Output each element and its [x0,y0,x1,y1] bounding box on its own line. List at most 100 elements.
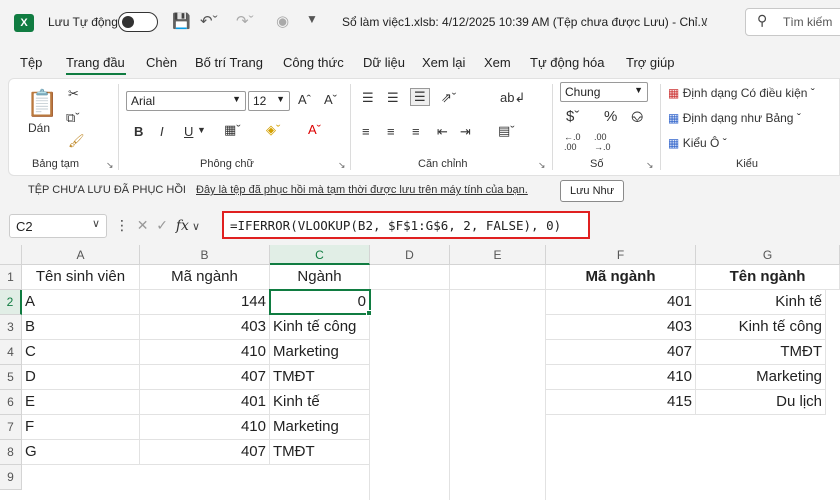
orientation-icon[interactable]: ⇗ˇ [441,90,456,106]
number-launcher-icon[interactable]: ↘ [646,160,654,171]
more-icon[interactable]: ⋮ [115,217,129,233]
formula-input[interactable]: =IFERROR(VLOOKUP(B2, $F$1:G$6, 2, FALSE)… [222,211,590,239]
tab-home[interactable]: Trang đầu [66,55,125,70]
cell-b1[interactable]: Mã ngành [140,265,270,290]
align-right-icon[interactable]: ≡ [412,124,420,139]
column-header[interactable]: G [696,245,840,265]
column-header[interactable]: F [546,245,696,265]
cell-c8[interactable]: TMĐT [270,440,370,465]
cell-a1[interactable]: Tên sinh viên [22,265,140,290]
merge-center-icon[interactable]: ▤ˇ [498,123,515,139]
cell-a8[interactable]: G [22,440,140,465]
cell-b8[interactable]: 407 [140,440,270,465]
decrease-decimal-icon[interactable]: .00 →.0 [594,132,611,152]
cell-c1[interactable]: Ngành [270,265,370,290]
decrease-indent-icon[interactable]: ⇤ [437,124,448,140]
row-header[interactable]: 3 [0,315,22,340]
cut-icon[interactable]: ✂ [68,86,79,102]
row-header[interactable]: 8 [0,440,22,465]
cell-f6[interactable]: 415 [546,390,696,415]
cancel-icon[interactable]: ✕ [137,217,149,233]
borders-icon[interactable]: ▦ˇ [224,122,241,138]
wrap-text-icon[interactable]: ab↲ [500,90,525,106]
copy-icon[interactable]: ⧉ˇ [66,110,80,126]
column-header[interactable]: D [370,245,450,265]
clipboard-launcher-icon[interactable]: ↘ [106,160,114,171]
increase-font-icon[interactable]: Aˆ [298,92,311,107]
tab-automate[interactable]: Tự động hóa [530,55,604,70]
row-header[interactable]: 5 [0,365,22,390]
cell-a5[interactable]: D [22,365,140,390]
cell-f3[interactable]: 403 [546,315,696,340]
cell-g3[interactable]: Kinh tế công [696,315,826,340]
row-header[interactable]: 1 [0,265,22,290]
percent-icon[interactable]: % [604,108,617,125]
chevron-down-icon[interactable]: ∨ [700,14,709,28]
align-center-icon[interactable]: ≡ [387,124,395,139]
row-header[interactable]: 4 [0,340,22,365]
cell-a7[interactable]: F [22,415,140,440]
bold-button[interactable]: B [134,124,143,139]
font-color-icon[interactable]: Aˇ [308,122,321,137]
circle-icon[interactable]: ◉ [276,12,289,30]
notification-message[interactable]: Đây là tệp đã phục hồi mà tạm thời được … [196,184,528,196]
cell-c7[interactable]: Marketing [270,415,370,440]
tab-insert[interactable]: Chèn [146,55,177,70]
column-header[interactable]: E [450,245,546,265]
column-header[interactable]: C [270,245,370,265]
comma-style-icon[interactable]: ⎉ [630,106,644,127]
align-left-icon[interactable]: ≡ [362,124,370,139]
chevron-down-icon[interactable]: ▼ [197,125,206,135]
tab-file[interactable]: Tệp [20,55,42,70]
enter-icon[interactable]: ✓ [156,217,168,233]
tab-formulas[interactable]: Công thức [283,55,344,70]
cell-e1[interactable] [450,265,546,290]
number-format-select[interactable]: Chung ▼ [560,82,648,102]
save-icon[interactable]: 💾 [172,12,191,30]
cell-f5[interactable]: 410 [546,365,696,390]
cell-d1[interactable] [370,265,450,290]
tab-review[interactable]: Xem lại [422,55,465,70]
chevron-down-icon[interactable]: ∨ [92,217,100,230]
cell-c5[interactable]: TMĐT [270,365,370,390]
format-as-table-button[interactable]: ▦ Định dạng như Bảng ˇ [668,111,801,125]
cell-c6[interactable]: Kinh tế [270,390,370,415]
cell-g5[interactable]: Marketing [696,365,826,390]
font-launcher-icon[interactable]: ↘ [338,160,346,171]
cell-b7[interactable]: 410 [140,415,270,440]
increase-decimal-icon[interactable]: ←.0.00 [564,132,581,152]
conditional-formatting-button[interactable]: ▦ Định dạng Có điều kiện ˇ [668,86,815,100]
cell-b2[interactable]: 144 [140,290,270,315]
format-painter-icon[interactable]: 🖌 [68,133,85,149]
increase-indent-icon[interactable]: ⇥ [460,124,471,140]
cell-b4[interactable]: 410 [140,340,270,365]
column-header[interactable]: B [140,245,270,265]
row-header[interactable]: 7 [0,415,22,440]
alignment-launcher-icon[interactable]: ↘ [538,160,546,171]
tab-help[interactable]: Trợ giúp [626,55,675,70]
italic-button[interactable]: I [160,124,164,139]
decrease-font-icon[interactable]: Aˇ [324,92,337,107]
tab-data[interactable]: Dữ liệu [363,55,405,70]
cell-f2[interactable]: 401 [546,290,696,315]
align-middle-icon[interactable]: ☰ [387,90,399,106]
paste-button[interactable]: Dán [28,121,50,135]
cell-f1[interactable]: Mã ngành [546,265,696,290]
currency-icon[interactable]: $ˇ [566,108,579,125]
fill-color-icon[interactable]: ◈ˇ [266,122,280,138]
fill-handle[interactable] [366,310,372,316]
align-top-icon[interactable]: ☰ [362,90,374,106]
cell-g4[interactable]: TMĐT [696,340,826,365]
save-as-button[interactable]: Lưu Như [560,180,624,202]
undo-icon[interactable]: ↶ˇ [200,12,218,30]
font-name-select[interactable]: Arial ▼ [126,91,246,111]
customize-qat-icon[interactable]: ▼ [306,12,318,26]
cell-b5[interactable]: 407 [140,365,270,390]
cell-c3[interactable]: Kinh tế công [270,315,370,340]
cell-b6[interactable]: 401 [140,390,270,415]
insert-function-icon[interactable]: fx [176,218,189,234]
cell-f4[interactable]: 407 [546,340,696,365]
cell-styles-button[interactable]: ▦ Kiểu Ô ˇ [668,136,727,150]
cell-a6[interactable]: E [22,390,140,415]
row-header[interactable]: 9 [0,465,22,490]
